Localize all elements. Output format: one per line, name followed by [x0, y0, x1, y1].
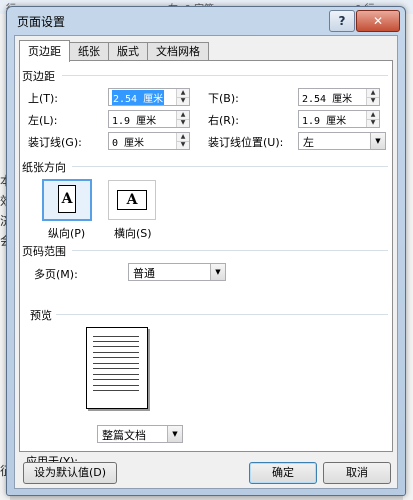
chevron-down-icon[interactable]: ▼: [210, 264, 225, 280]
tab-document-grid[interactable]: 文档网格: [147, 42, 209, 61]
top-margin-value: 2.54 厘米: [112, 90, 165, 105]
gutter-position-select[interactable]: 左 ▼: [298, 132, 386, 150]
right-margin-label: 右(R):: [208, 114, 239, 127]
gutter-position-label: 装订线位置(U):: [208, 136, 284, 149]
spin-down-icon[interactable]: ▼: [177, 97, 189, 105]
preview-section-title: 预览: [30, 309, 52, 322]
tab-paper[interactable]: 纸张: [69, 42, 109, 61]
gutter-label: 装订线(G):: [28, 136, 82, 149]
spin-down-icon[interactable]: ▼: [367, 97, 379, 105]
spin-down-icon[interactable]: ▼: [367, 119, 379, 127]
section-divider: [72, 166, 388, 167]
top-margin-input[interactable]: 2.54 厘米 ▲ ▼: [108, 88, 190, 106]
tab-layout[interactable]: 版式: [108, 42, 148, 61]
orientation-section-title: 纸张方向: [22, 161, 66, 174]
cancel-button[interactable]: 取消: [323, 462, 391, 484]
preview-text-line: [93, 357, 139, 358]
portrait-page-icon: A: [58, 185, 76, 213]
preview-text-line: [93, 390, 139, 391]
portrait-option[interactable]: A: [42, 179, 92, 221]
bottom-margin-input[interactable]: 2.54 厘米 ▲ ▼: [298, 88, 380, 106]
gutter-position-value: 左: [303, 136, 314, 149]
page-setup-dialog: 页面设置 ? ✕ 页边距 纸张 版式 文档网格 页边距 上(T): 2.54 厘…: [6, 6, 406, 496]
multiple-pages-label: 多页(M):: [34, 268, 78, 281]
apply-to-value: 整篇文档: [102, 429, 146, 442]
bottom-margin-label: 下(B):: [208, 92, 239, 105]
left-margin-spinner[interactable]: ▲ ▼: [176, 111, 189, 127]
section-divider: [72, 250, 388, 251]
preview-text-line: [93, 374, 139, 375]
spin-down-icon[interactable]: ▼: [177, 119, 189, 127]
preview-text-line: [93, 379, 139, 380]
preview-page: [86, 327, 148, 409]
help-button[interactable]: ?: [329, 10, 355, 32]
left-margin-value: 1.9 厘米: [112, 116, 157, 127]
close-button[interactable]: ✕: [356, 10, 400, 32]
dialog-client-area: 页边距 纸张 版式 文档网格 页边距 上(T): 2.54 厘米 ▲ ▼ 下(B)…: [14, 35, 398, 489]
preview-text-line: [93, 336, 139, 337]
left-margin-label: 左(L):: [28, 114, 58, 127]
dialog-title: 页面设置: [17, 15, 66, 29]
landscape-option[interactable]: A: [108, 180, 156, 220]
multiple-pages-select[interactable]: 普通 ▼: [128, 263, 226, 281]
preview-text-line: [93, 346, 139, 347]
chevron-down-icon[interactable]: ▼: [167, 426, 182, 442]
section-divider: [62, 75, 388, 76]
left-margin-input[interactable]: 1.9 厘米 ▲ ▼: [108, 110, 190, 128]
right-margin-input[interactable]: 1.9 厘米 ▲ ▼: [298, 110, 380, 128]
top-margin-label: 上(T):: [28, 92, 59, 105]
preview-text-line: [93, 352, 139, 353]
gutter-spinner[interactable]: ▲ ▼: [176, 133, 189, 149]
multiple-pages-value: 普通: [133, 267, 155, 280]
gutter-input[interactable]: 0 厘米 ▲ ▼: [108, 132, 190, 150]
section-divider: [56, 314, 388, 315]
gutter-value: 0 厘米: [112, 138, 145, 149]
ok-button[interactable]: 确定: [249, 462, 317, 484]
margins-section-title: 页边距: [22, 70, 55, 83]
preview-text-line: [93, 368, 139, 369]
pages-section-title: 页码范围: [22, 245, 66, 258]
top-margin-spinner[interactable]: ▲ ▼: [176, 89, 189, 105]
tab-margins[interactable]: 页边距: [19, 40, 70, 62]
right-margin-value: 1.9 厘米: [302, 116, 347, 127]
landscape-label: 横向(S): [114, 227, 152, 240]
margins-panel: 页边距 上(T): 2.54 厘米 ▲ ▼ 下(B): 2.54 厘米 ▲ ▼ 左(…: [19, 60, 393, 468]
landscape-page-icon: A: [117, 190, 147, 210]
set-default-button[interactable]: 设为默认值(D): [23, 462, 117, 484]
tab-strip: 页边距 纸张 版式 文档网格: [19, 40, 209, 62]
chevron-down-icon[interactable]: ▼: [370, 133, 385, 149]
preview-text-line: [93, 385, 139, 386]
apply-to-select[interactable]: 整篇文档 ▼: [97, 425, 183, 443]
bottom-margin-value: 2.54 厘米: [302, 94, 353, 105]
right-margin-spinner[interactable]: ▲ ▼: [366, 111, 379, 127]
bottom-margin-spinner[interactable]: ▲ ▼: [366, 89, 379, 105]
preview-text-line: [93, 341, 139, 342]
spin-down-icon[interactable]: ▼: [177, 141, 189, 149]
preview-text-line: [93, 363, 139, 364]
portrait-label: 纵向(P): [48, 227, 86, 240]
